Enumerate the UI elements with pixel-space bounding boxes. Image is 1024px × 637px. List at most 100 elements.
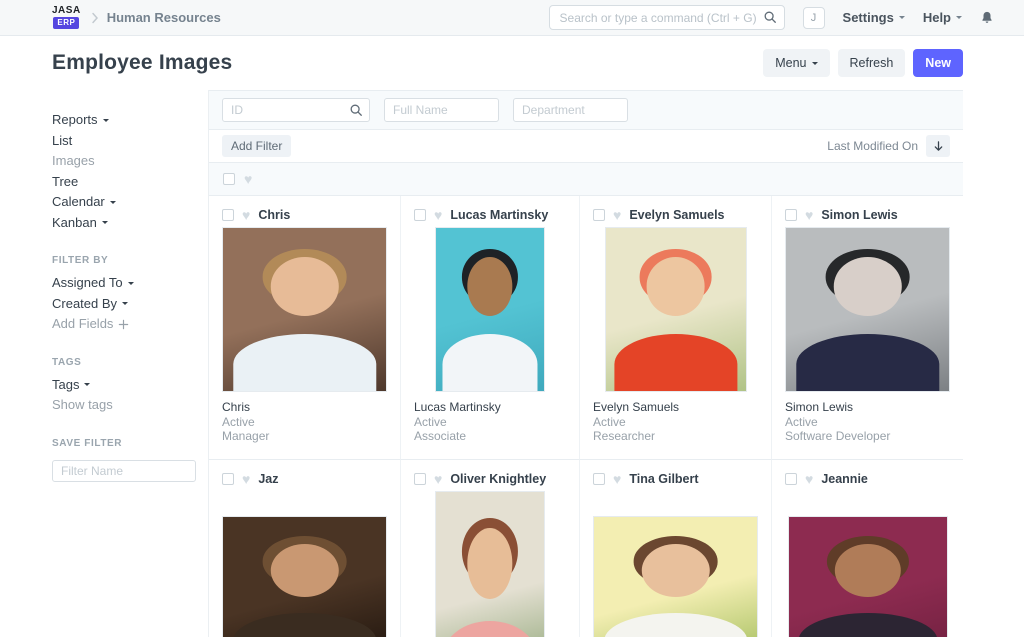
heart-icon[interactable]: ♥ — [434, 472, 442, 486]
chevron-down-icon — [956, 16, 962, 22]
help-label: Help — [923, 10, 951, 25]
heart-icon[interactable]: ♥ — [805, 208, 813, 222]
employee-photo[interactable] — [222, 516, 387, 637]
search-icon — [763, 10, 777, 29]
card-role: Manager — [222, 429, 387, 443]
heart-icon[interactable]: ♥ — [244, 172, 252, 186]
app-logo[interactable]: JASA ERP — [52, 6, 81, 29]
card-checkbox[interactable] — [785, 209, 797, 221]
card-checkbox[interactable] — [414, 209, 426, 221]
card-checkbox[interactable] — [414, 473, 426, 485]
full-name-filter-input[interactable] — [384, 98, 499, 122]
card-grid: ♥ Chris Chris Active Manager ♥ Lucas Mar… — [209, 196, 963, 637]
photo-head-shape — [833, 257, 901, 316]
sidebar-item-tree[interactable]: Tree — [52, 172, 196, 193]
save-filter-heading: SAVE FILTER — [52, 438, 196, 449]
employee-card: ♥ Jeannie Jeannie — [772, 460, 963, 637]
chevron-down-icon — [812, 62, 818, 68]
employee-card: ♥ Tina Gilbert Tina Gilbert — [580, 460, 772, 637]
sidebar-item-assigned-to[interactable]: Assigned To — [52, 273, 196, 294]
sidebar-item-reports[interactable]: Reports — [52, 110, 196, 131]
filter-toolbar: Add Filter Last Modified On — [209, 130, 963, 163]
page-title: Employee Images — [52, 51, 763, 75]
refresh-button[interactable]: Refresh — [838, 49, 906, 77]
employee-photo[interactable] — [785, 227, 950, 392]
heart-icon[interactable]: ♥ — [242, 208, 250, 222]
card-status: Active — [414, 415, 566, 429]
sidebar-item-images[interactable]: Images — [52, 151, 196, 172]
card-title[interactable]: Oliver Knightley — [450, 472, 546, 486]
plus-icon — [118, 319, 129, 330]
heart-icon[interactable]: ♥ — [242, 472, 250, 486]
image-view: Add Filter Last Modified On ♥ ♥ Chris — [209, 90, 963, 637]
department-filter-input[interactable] — [513, 98, 628, 122]
sidebar-item-add-fields[interactable]: Add Fields — [52, 314, 196, 335]
select-all-checkbox[interactable] — [223, 173, 235, 185]
sort-field-label[interactable]: Last Modified On — [827, 139, 918, 153]
navbar: JASA ERP Human Resources J Settings Help — [0, 0, 1024, 36]
employee-photo[interactable] — [435, 227, 545, 392]
card-checkbox[interactable] — [785, 473, 797, 485]
employee-card: ♥ Evelyn Samuels Evelyn Samuels Active R… — [580, 196, 772, 460]
card-title[interactable]: Jaz — [258, 472, 278, 486]
help-menu[interactable]: Help — [923, 10, 962, 25]
photo-head-shape — [646, 257, 705, 316]
card-title[interactable]: Evelyn Samuels — [629, 208, 724, 222]
sidebar-item-tags[interactable]: Tags — [52, 375, 196, 396]
photo-torso-shape — [614, 334, 737, 392]
breadcrumb-chevron-icon — [91, 12, 99, 24]
sort-direction-button[interactable] — [926, 135, 950, 157]
card-name[interactable]: Lucas Martinsky — [414, 400, 566, 414]
heart-icon[interactable]: ♥ — [805, 472, 813, 486]
add-filter-button[interactable]: Add Filter — [222, 135, 291, 157]
card-checkbox[interactable] — [222, 473, 234, 485]
settings-menu[interactable]: Settings — [843, 10, 905, 25]
employee-photo[interactable] — [788, 516, 948, 637]
chevron-down-icon — [128, 282, 134, 288]
search-input[interactable] — [549, 5, 785, 30]
sidebar-item-list[interactable]: List — [52, 131, 196, 152]
chevron-down-icon — [899, 16, 905, 22]
breadcrumb[interactable]: Human Resources — [107, 10, 221, 25]
chevron-down-icon — [122, 302, 128, 308]
card-title[interactable]: Jeannie — [821, 472, 868, 486]
employee-photo[interactable] — [435, 491, 545, 637]
card-role: Researcher — [593, 429, 758, 443]
card-checkbox[interactable] — [593, 209, 605, 221]
menu-button[interactable]: Menu — [763, 49, 829, 77]
card-role: Software Developer — [785, 429, 950, 443]
sidebar-item-show-tags[interactable]: Show tags — [52, 395, 196, 416]
card-role: Associate — [414, 429, 566, 443]
employee-card: ♥ Simon Lewis Simon Lewis Active Softwar… — [772, 196, 963, 460]
card-checkbox[interactable] — [222, 209, 234, 221]
chevron-down-icon — [103, 119, 109, 125]
employee-photo[interactable] — [222, 227, 387, 392]
chevron-down-icon — [84, 383, 90, 389]
notifications-bell-icon[interactable] — [980, 10, 994, 25]
card-title[interactable]: Chris — [258, 208, 290, 222]
employee-card: ♥ Lucas Martinsky Lucas Martinsky Active… — [401, 196, 580, 460]
card-name[interactable]: Simon Lewis — [785, 400, 950, 414]
photo-torso-shape — [796, 334, 939, 392]
sidebar-item-calendar[interactable]: Calendar — [52, 192, 196, 213]
employee-photo[interactable] — [605, 227, 747, 392]
new-button[interactable]: New — [913, 49, 963, 77]
filter-name-input[interactable] — [52, 460, 196, 482]
id-filter-input[interactable] — [222, 98, 370, 122]
heart-icon[interactable]: ♥ — [434, 208, 442, 222]
card-name[interactable]: Chris — [222, 400, 387, 414]
card-title[interactable]: Lucas Martinsky — [450, 208, 548, 222]
heart-icon[interactable]: ♥ — [613, 208, 621, 222]
logo-text: JASA — [52, 6, 81, 16]
chevron-down-icon — [110, 201, 116, 207]
card-title[interactable]: Tina Gilbert — [629, 472, 698, 486]
card-title[interactable]: Simon Lewis — [821, 208, 897, 222]
avatar[interactable]: J — [803, 7, 825, 29]
card-name[interactable]: Evelyn Samuels — [593, 400, 758, 414]
employee-photo[interactable] — [593, 516, 758, 637]
standard-filter-row — [209, 91, 963, 130]
card-checkbox[interactable] — [593, 473, 605, 485]
sidebar-item-kanban[interactable]: Kanban — [52, 213, 196, 234]
sidebar-item-created-by[interactable]: Created By — [52, 294, 196, 315]
heart-icon[interactable]: ♥ — [613, 472, 621, 486]
